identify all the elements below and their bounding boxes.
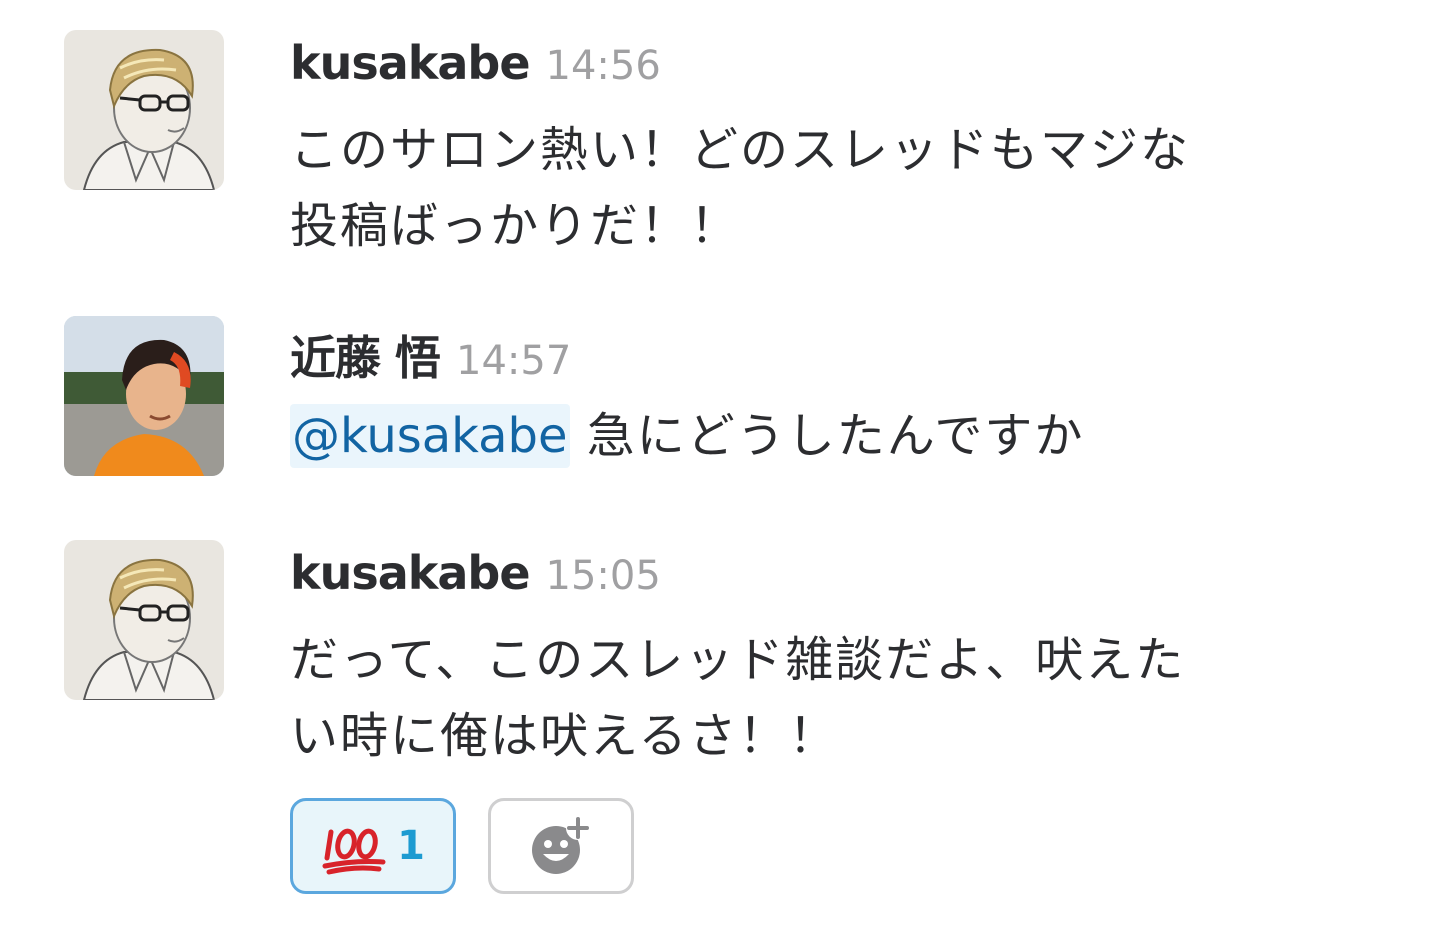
timestamp[interactable]: 14:57 <box>456 338 571 384</box>
message-text: @kusakabe 急にどうしたんですか <box>290 398 1400 474</box>
message-header: kusakabe 15:05 <box>290 546 661 600</box>
message-header: kusakabe 14:56 <box>290 36 661 90</box>
avatar[interactable] <box>64 316 224 476</box>
sketch-portrait-avatar-icon <box>64 540 224 700</box>
reaction-count: 1 <box>397 823 425 869</box>
message-line: このサロン熱い！どのスレッドもマジな <box>290 122 1191 178</box>
author-name[interactable]: kusakabe <box>290 36 531 90</box>
message-text: このサロン熱い！どのスレッドもマジな 投稿ばっかりだ！！ <box>290 112 1400 264</box>
add-reaction-button[interactable] <box>488 798 634 894</box>
reaction-pill[interactable]: 1 <box>290 798 456 894</box>
add-reaction-icon <box>532 816 590 874</box>
message-line: い時に俺は吠えるさ！！ <box>290 708 839 764</box>
message-line: 急にどうしたんですか <box>586 408 1085 464</box>
author-name[interactable]: kusakabe <box>290 546 531 600</box>
timestamp[interactable]: 14:56 <box>546 43 661 89</box>
sketch-portrait-avatar-icon <box>64 30 224 190</box>
avatar[interactable] <box>64 540 224 700</box>
hundred-points-icon <box>322 828 386 875</box>
message-line: だって、このスレッド雑談だよ、吠えた <box>290 632 1186 688</box>
photo-portrait-avatar-icon <box>64 316 224 476</box>
timestamp[interactable]: 15:05 <box>546 553 661 599</box>
message-header: 近藤 悟 14:57 <box>290 322 571 388</box>
avatar[interactable] <box>64 30 224 190</box>
message-text: だって、このスレッド雑談だよ、吠えた い時に俺は吠えるさ！！ <box>290 622 1400 774</box>
message-line: 投稿ばっかりだ！！ <box>290 198 741 254</box>
author-name[interactable]: 近藤 悟 <box>290 331 441 385</box>
user-mention[interactable]: @kusakabe <box>290 404 570 468</box>
